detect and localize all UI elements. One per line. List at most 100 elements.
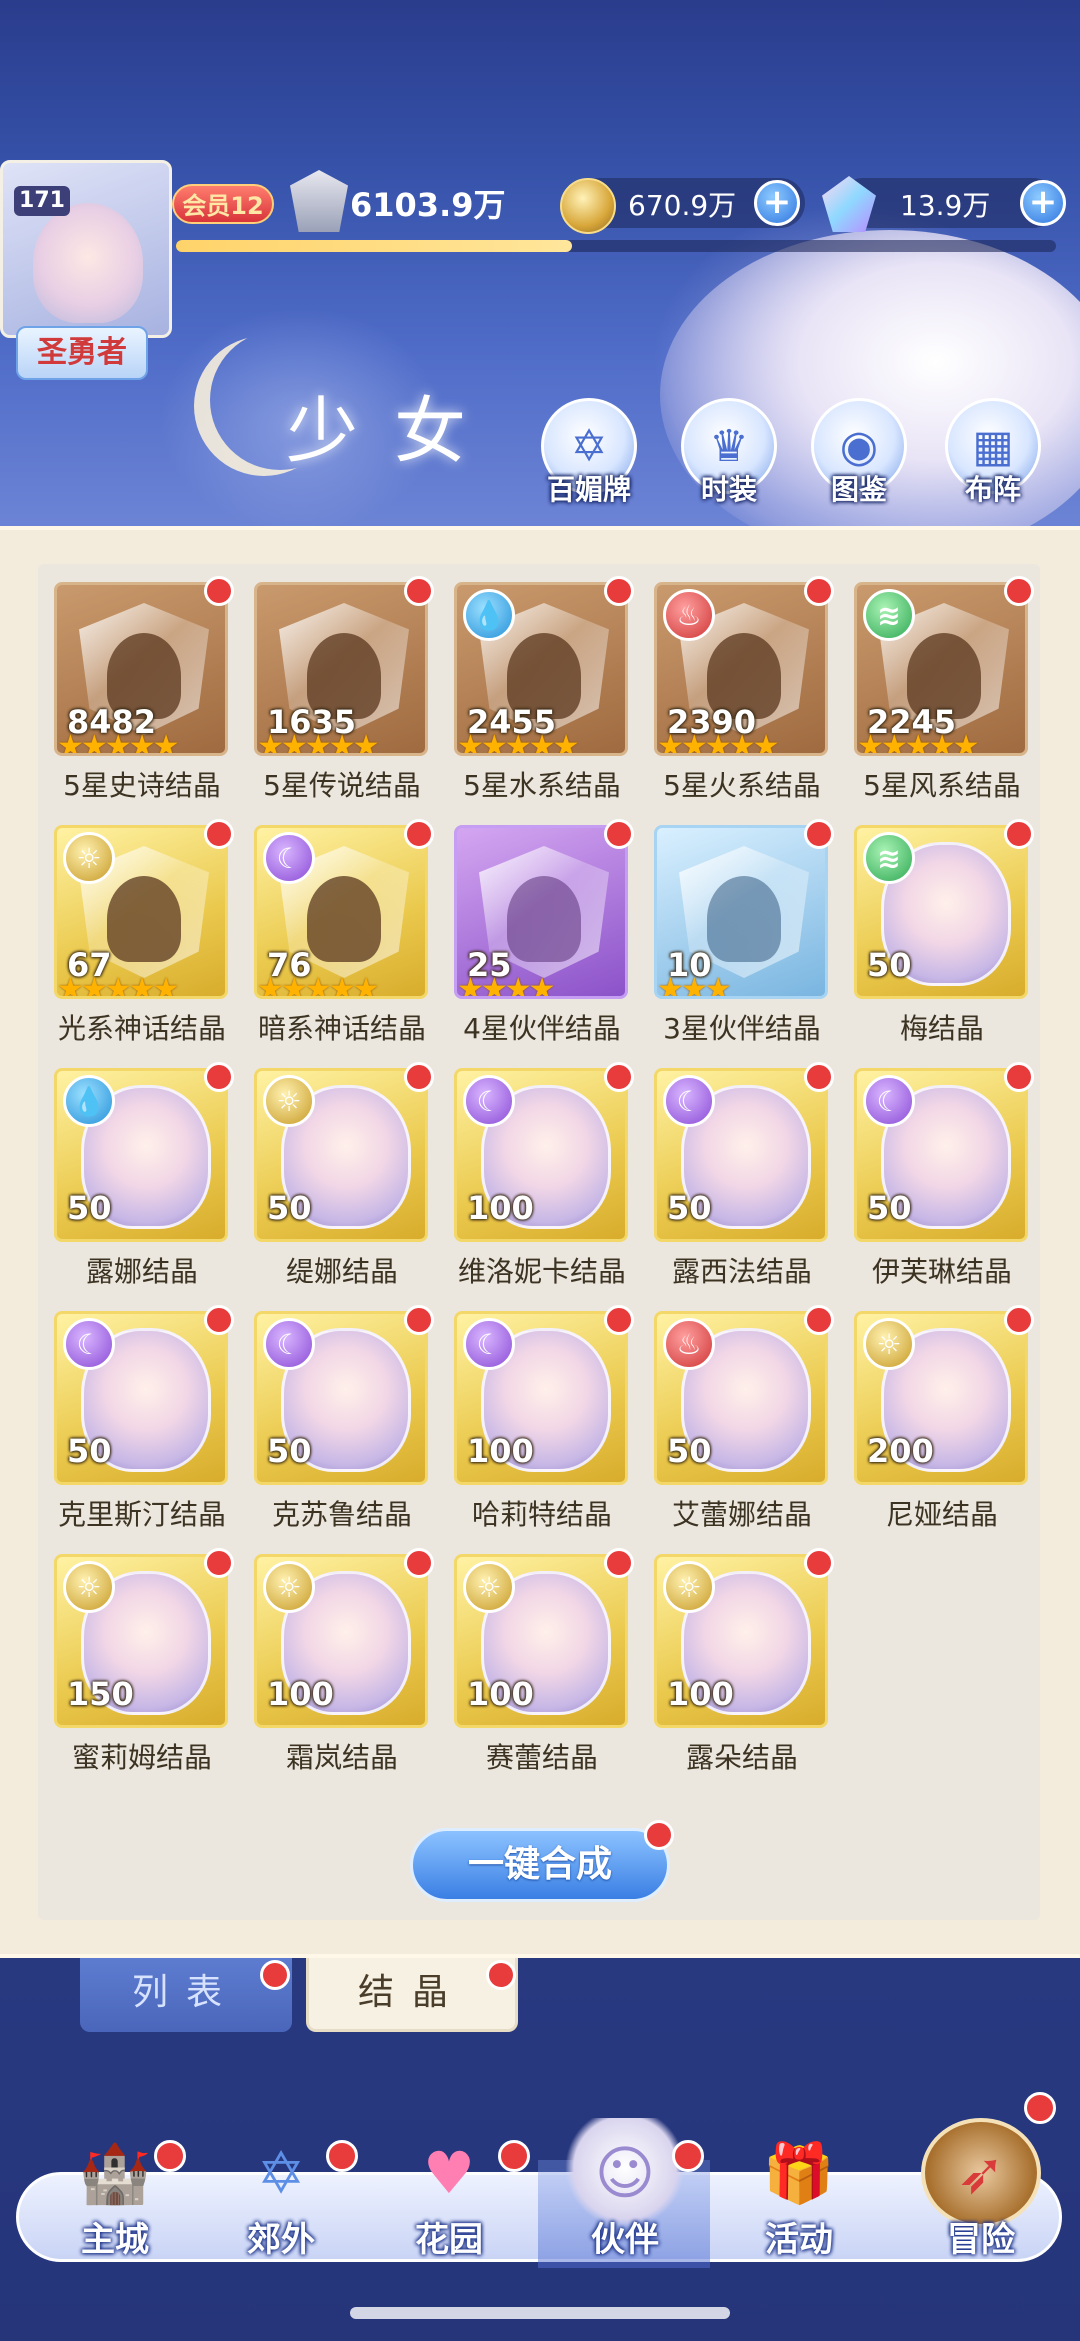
player-title-badge[interactable]: 圣勇者 [16, 326, 148, 380]
crystal-item[interactable]: 8482 ★★★★★ 5星史诗结晶 [52, 576, 252, 825]
crystal-item[interactable]: 1635 ★★★★★ 5星传说结晶 [252, 576, 452, 825]
crystal-item[interactable]: ☾ 100 维洛妮卡结晶 [452, 1062, 652, 1311]
crystal-card[interactable]: ☼ 200 [854, 1311, 1028, 1485]
notification-dot [604, 819, 634, 849]
crystal-name: 露西法结晶 [671, 1255, 812, 1288]
crystal-name: 克苏鲁结晶 [271, 1498, 412, 1531]
crystal-item[interactable]: ≋ 50 梅结晶 [852, 819, 1052, 1068]
crystal-item[interactable]: ☾ 50 克苏鲁结晶 [252, 1305, 452, 1554]
nav-adventure[interactable]: ➶ 冒险 [896, 2118, 1066, 2268]
crystal-name: 尼娅结晶 [885, 1498, 998, 1531]
crystal-card[interactable]: ☾ 100 [454, 1311, 628, 1485]
crystal-item[interactable]: ☾ 50 露西法结晶 [652, 1062, 852, 1311]
experience-fill [176, 240, 572, 252]
crystal-count: 50 [67, 1432, 112, 1470]
crystal-item[interactable]: 10 ★★★ 3星伙伴结晶 [652, 819, 852, 1068]
crystal-item[interactable]: ☼ 150 蜜莉姆结晶 [52, 1548, 252, 1797]
star-rating: ★★★★★ [457, 729, 579, 756]
codex-button[interactable]: ◉ 图鉴 [804, 398, 914, 510]
add-gem-button[interactable]: + [1020, 180, 1066, 226]
crystal-card[interactable]: ☼ 50 [254, 1068, 428, 1242]
crystal-card[interactable]: 💧 50 [54, 1068, 228, 1242]
crystal-card[interactable]: ☾ 100 [454, 1068, 628, 1242]
crystal-item[interactable]: ☼ 100 霜岚结晶 [252, 1548, 452, 1797]
nav-events[interactable]: 🎁 活动 [714, 2118, 884, 2268]
crystal-item[interactable]: ☼ 67 ★★★★★ 光系神话结晶 [52, 819, 252, 1068]
crystal-card[interactable]: 25 ★★★★ [454, 825, 628, 999]
crystal-card[interactable]: ☾ 50 [654, 1068, 828, 1242]
crystal-count: 50 [867, 1189, 912, 1227]
crystal-card[interactable]: ☼ 100 [254, 1554, 428, 1728]
crystal-name: 克里斯汀结晶 [57, 1498, 226, 1531]
dark-element-icon: ☾ [663, 1075, 715, 1127]
crystal-card[interactable]: ☾ 50 [254, 1311, 428, 1485]
crystal-card[interactable]: ≋ 50 [854, 825, 1028, 999]
home-indicator [350, 2307, 730, 2319]
water-element-icon: 💧 [463, 589, 515, 641]
light-element-icon: ☼ [663, 1561, 715, 1613]
crystal-item[interactable]: ☼ 100 赛蕾结晶 [452, 1548, 652, 1797]
crystal-item[interactable]: ☾ 50 伊芙琳结晶 [852, 1062, 1052, 1311]
crystal-card[interactable]: 8482 ★★★★★ [54, 582, 228, 756]
cards-button[interactable]: ✡ 百媚牌 [534, 398, 644, 510]
crystal-item[interactable]: ≋ 2245 ★★★★★ 5星风系结晶 [852, 576, 1052, 825]
crystal-name: 维洛妮卡结晶 [457, 1255, 626, 1288]
vip-badge[interactable]: 会员12 [172, 184, 274, 224]
crystal-card[interactable]: 1635 ★★★★★ [254, 582, 428, 756]
crystal-item[interactable]: 💧 2455 ★★★★★ 5星水系结晶 [452, 576, 652, 825]
crystal-card[interactable]: ☾ 76 ★★★★★ [254, 825, 428, 999]
nav-garden-dot [498, 2140, 530, 2172]
dark-element-icon: ☾ [463, 1318, 515, 1370]
light-element-icon: ☼ [263, 1075, 315, 1127]
one-click-merge-button[interactable]: 一键合成 [410, 1828, 670, 1902]
costume-button[interactable]: ♛ 时装 [674, 398, 784, 510]
crystal-card[interactable]: ☼ 67 ★★★★★ [54, 825, 228, 999]
notification-dot [804, 819, 834, 849]
crystal-item[interactable]: ☼ 100 露朵结晶 [652, 1548, 852, 1797]
crystal-card[interactable]: ☼ 150 [54, 1554, 228, 1728]
star-rating: ★★★★★ [657, 729, 779, 756]
crystal-item[interactable]: ♨ 2390 ★★★★★ 5星火系结晶 [652, 576, 852, 825]
star-rating: ★★★★★ [257, 972, 379, 999]
crystal-name: 5星风系结晶 [863, 769, 1021, 802]
notification-dot [204, 1548, 234, 1578]
crystal-item[interactable]: ☾ 76 ★★★★★ 暗系神话结晶 [252, 819, 452, 1068]
crystal-card[interactable]: ☼ 100 [654, 1554, 828, 1728]
crystal-item[interactable]: 💧 50 露娜结晶 [52, 1062, 252, 1311]
gold-value: 670.9万 [628, 189, 737, 222]
notification-dot [804, 1062, 834, 1092]
notification-dot [604, 1062, 634, 1092]
light-element-icon: ☼ [63, 832, 115, 884]
crystal-item[interactable]: ☾ 100 哈莉特结晶 [452, 1305, 652, 1554]
crystal-card[interactable]: 💧 2455 ★★★★★ [454, 582, 628, 756]
add-gold-button[interactable]: + [754, 180, 800, 226]
notification-dot [404, 1062, 434, 1092]
costume-label: 时装 [700, 473, 757, 506]
crystal-item[interactable]: ☾ 50 克里斯汀结晶 [52, 1305, 252, 1554]
notification-dot [1004, 576, 1034, 606]
nav-outskirts-dot [326, 2140, 358, 2172]
crystal-item[interactable]: 25 ★★★★ 4星伙伴结晶 [452, 819, 652, 1068]
crystal-item[interactable]: ☼ 200 尼娅结晶 [852, 1305, 1052, 1554]
fire-element-icon: ♨ [663, 589, 715, 641]
crystal-name: 赛蕾结晶 [485, 1741, 598, 1774]
crystal-name: 缇娜结晶 [285, 1255, 398, 1288]
crystal-card[interactable]: ≋ 2245 ★★★★★ [854, 582, 1028, 756]
formation-button[interactable]: ▦ 布阵 [938, 398, 1048, 510]
crystal-card[interactable]: ♨ 2390 ★★★★★ [654, 582, 828, 756]
combat-power-value: 6103.9万 [350, 186, 506, 224]
crystal-card[interactable]: ♨ 50 [654, 1311, 828, 1485]
crystal-card[interactable]: ☾ 50 [54, 1311, 228, 1485]
crystal-item[interactable]: ☼ 50 缇娜结晶 [252, 1062, 452, 1311]
crystal-card[interactable]: 10 ★★★ [654, 825, 828, 999]
notification-dot [404, 819, 434, 849]
crystal-name: 蜜莉姆结晶 [71, 1741, 212, 1774]
light-element-icon: ☼ [863, 1318, 915, 1370]
crystal-card[interactable]: ☼ 100 [454, 1554, 628, 1728]
nav-outskirts-label: 郊外 [247, 2220, 315, 2260]
notification-dot [204, 1062, 234, 1092]
crystal-name: 光系神话结晶 [57, 1012, 226, 1045]
crystal-item[interactable]: ♨ 50 艾蕾娜结晶 [652, 1305, 852, 1554]
notification-dot [604, 1305, 634, 1335]
crystal-card[interactable]: ☾ 50 [854, 1068, 1028, 1242]
